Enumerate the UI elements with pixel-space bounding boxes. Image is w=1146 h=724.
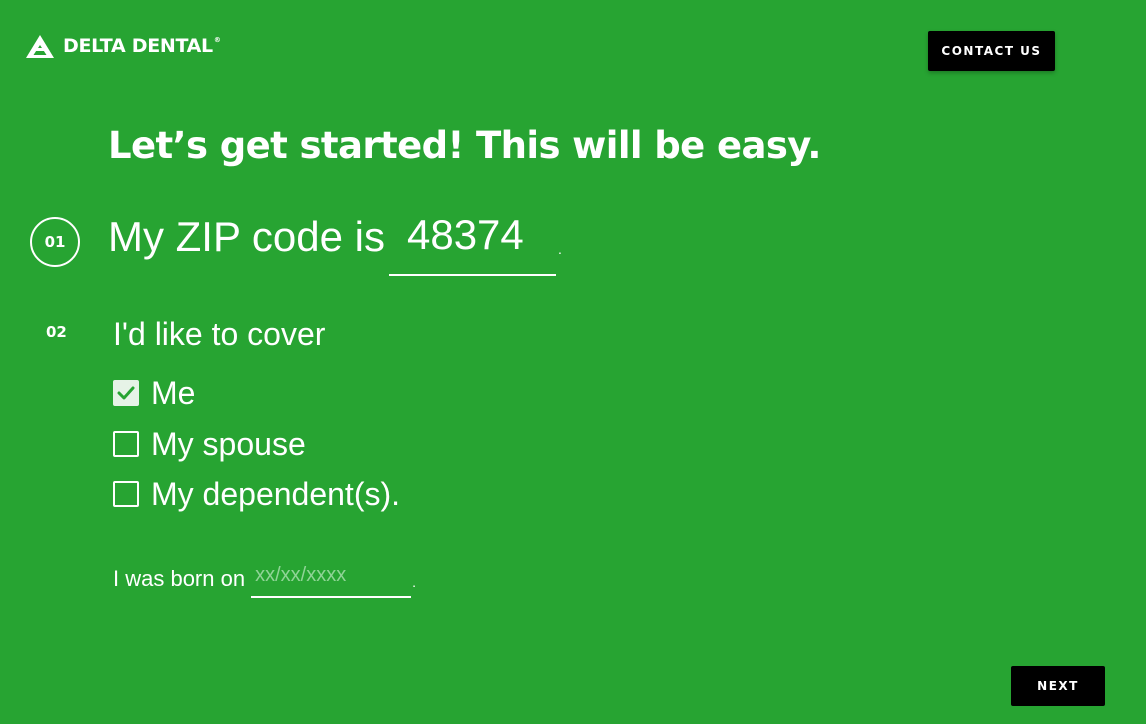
zip-input[interactable] <box>388 210 556 276</box>
delta-triangle-icon <box>26 35 54 58</box>
me-checkbox[interactable] <box>113 380 139 406</box>
spouse-label: My spouse <box>151 426 306 462</box>
birthdate-question: I was born on . <box>113 560 416 598</box>
option-spouse[interactable]: My spouse <box>113 428 306 460</box>
delta-dental-logo[interactable]: DELTA DENTAL® <box>25 34 221 59</box>
checkmark-icon <box>117 386 135 400</box>
me-label: Me <box>151 375 196 411</box>
zip-suffix: . <box>557 241 562 257</box>
option-me[interactable]: Me <box>113 377 195 409</box>
step-number-01: 01 <box>30 217 80 267</box>
zip-label: My ZIP code is <box>108 213 385 260</box>
page-title: Let’s get started! This will be easy. <box>108 124 821 167</box>
zip-question: My ZIP code is . <box>108 210 562 276</box>
contact-us-button[interactable]: CONTACT US <box>928 31 1055 71</box>
option-dependents[interactable]: My dependent(s). <box>113 478 400 510</box>
logo-wordmark: DELTA DENTAL® <box>63 35 221 57</box>
coverage-question-label: I'd like to cover <box>113 316 326 352</box>
next-button[interactable]: NEXT <box>1011 666 1105 706</box>
birthdate-input[interactable] <box>251 560 412 598</box>
step-number-02: 02 <box>46 323 67 341</box>
dependents-checkbox[interactable] <box>113 481 139 507</box>
dependents-label: My dependent(s). <box>151 476 401 512</box>
birthdate-label: I was born on <box>113 566 246 591</box>
spouse-checkbox[interactable] <box>113 431 139 457</box>
birthdate-suffix: . <box>412 574 416 590</box>
